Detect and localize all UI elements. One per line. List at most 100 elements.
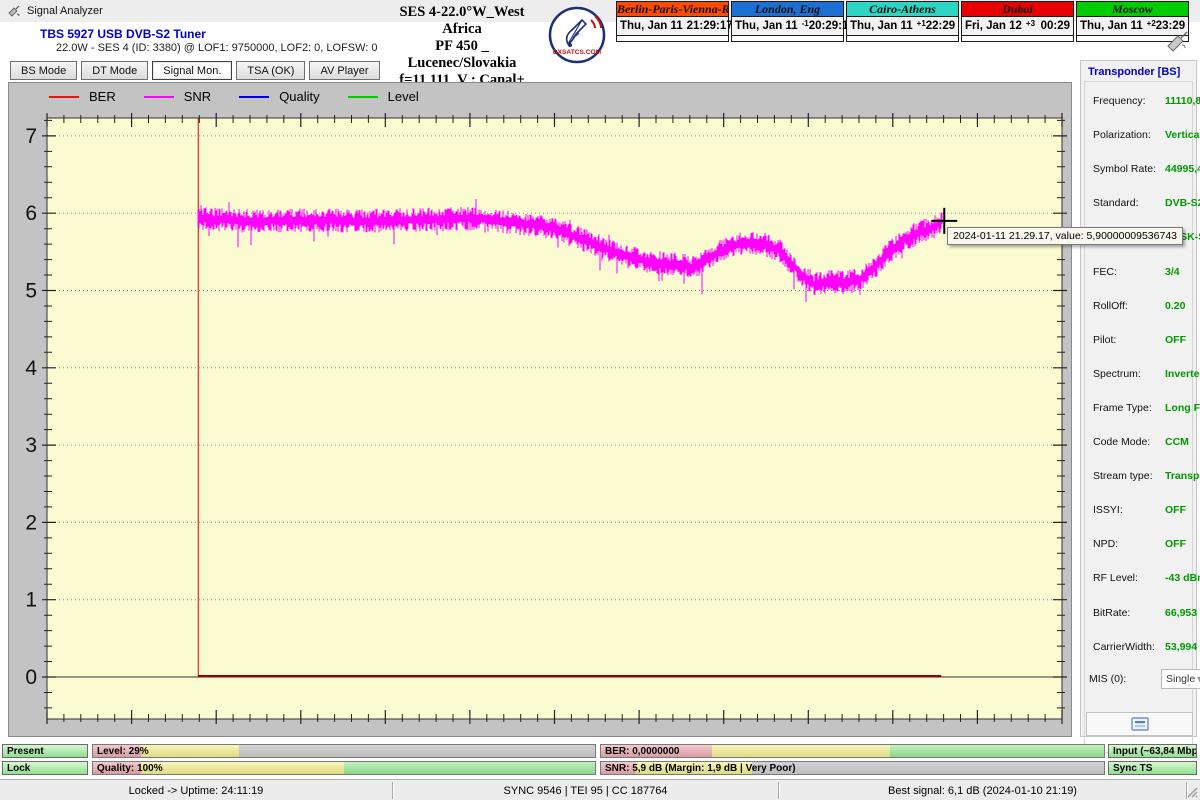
field-value: OFF	[1165, 504, 1186, 516]
mis-label: MIS (0):	[1089, 673, 1161, 685]
transponder-field-carrierwidth: CarrierWidth:53,994 MHz	[1093, 641, 1197, 653]
clock-body: Thu, Jan 11+122:29	[847, 17, 958, 36]
field-label: Frame Type:	[1093, 402, 1165, 414]
transponder-field-standard: Standard:DVB-S2	[1093, 197, 1197, 209]
tab-signal-mon-[interactable]: Signal Mon.	[152, 61, 232, 80]
clock-date: Fri, Jan 12	[965, 20, 1022, 32]
field-value: DVB-S2	[1165, 197, 1200, 209]
clock-footer	[847, 36, 958, 41]
field-value: 3/4	[1165, 266, 1180, 278]
clock-utc-offset: +3	[1026, 19, 1041, 28]
window-title: Signal Analyzer	[27, 5, 103, 17]
field-label: Code Mode:	[1093, 436, 1165, 448]
transponder-field-fec: FEC:3/4	[1093, 266, 1197, 278]
app-icon	[7, 4, 21, 18]
clock-berlin-paris-vienna-roma: Berlin-Paris-Vienna-RomaThu, Jan 1121:29…	[616, 1, 729, 42]
gauge-ber: BER: 0,0000000	[600, 744, 1105, 758]
transponder-field-rolloff: RollOff:0.20	[1093, 300, 1197, 312]
clock-time: 22:29	[926, 20, 955, 32]
tuner-info: 22.0W - SES 4 (ID: 3380) @ LOF1: 9750000…	[56, 42, 378, 54]
field-value: Transport	[1165, 470, 1200, 482]
mis-dropdown[interactable]: Single ▼	[1161, 669, 1200, 689]
tab-av-player[interactable]: AV Player	[309, 61, 379, 80]
legend-item-level: Level	[348, 89, 419, 104]
field-label: BitRate:	[1093, 607, 1165, 619]
gauge-label: Level: 29%	[97, 745, 149, 757]
legend-label: SNR	[184, 89, 211, 104]
satellite-dish-icon	[1164, 30, 1190, 52]
field-label: RollOff:	[1093, 300, 1165, 312]
logo-text: DXSATCS.COM	[553, 49, 602, 56]
legend-swatch	[348, 96, 378, 98]
gauge-label: SNR: 5,9 dB (Margin: 1,9 dB | Very Poor)	[605, 762, 796, 774]
clock-utc-offset: +1	[917, 19, 926, 28]
field-label: Pilot:	[1093, 334, 1165, 346]
clock-time: 21:29:17	[687, 20, 733, 32]
transponder-field-pilot: Pilot:OFF	[1093, 334, 1197, 346]
chart-cursor-tooltip: 2024-01-11 21.29.17, value: 5,9000000953…	[947, 227, 1183, 245]
resize-grip[interactable]	[1186, 786, 1198, 798]
y-axis-label: 0	[25, 666, 37, 689]
badge-lock: Lock	[2, 761, 88, 775]
field-label: Stream type:	[1093, 470, 1165, 482]
badge-input-63-84-mbps-: Input (~63,84 Mbps)	[1108, 744, 1197, 758]
signal-monitor-chart-panel: 01234567 BERSNRQualityLevel	[8, 82, 1072, 737]
transponder-field-spectrum: Spectrum:Inverted	[1093, 368, 1197, 380]
clock-body: Fri, Jan 12 +300:29	[962, 17, 1073, 36]
status-lock-uptime: Locked -> Uptime: 24:11:19	[0, 780, 392, 800]
field-value: 66,953 Mbit/s	[1165, 607, 1200, 619]
transponder-field-polarization: Polarization:Vertical	[1093, 129, 1197, 141]
legend-item-ber: BER	[49, 89, 116, 104]
plot-area	[47, 118, 1062, 719]
gauge-segment	[141, 745, 239, 757]
transponder-groupbox: Frequency:11110,870 MHzPolarization:Vert…	[1084, 81, 1193, 753]
tab-bs-mode[interactable]: BS Mode	[10, 61, 77, 80]
transponder-field-rflevel: RF Level:-43 dBm	[1093, 572, 1197, 584]
transponder-field-frequency: Frequency:11110,870 MHz	[1093, 95, 1197, 107]
badge-present: Present	[2, 744, 88, 758]
field-value: Inverted	[1165, 368, 1200, 380]
gauge-level: Level: 29%	[92, 744, 596, 758]
field-value: CCM	[1165, 436, 1189, 448]
field-label: Polarization:	[1093, 129, 1165, 141]
tab-bar: BS ModeDT ModeSignal Mon.TSA (OK)AV Play…	[10, 61, 380, 81]
badge-sync-ts: Sync TS	[1108, 761, 1197, 775]
mis-selected-value: Single	[1166, 673, 1195, 685]
clock-footer	[617, 36, 728, 41]
gauge-segment	[344, 762, 595, 774]
legend-label: BER	[89, 89, 116, 104]
clock-time: 00:29	[1041, 20, 1070, 32]
field-label: FEC:	[1093, 266, 1165, 278]
tab-dt-mode[interactable]: DT Mode	[81, 61, 148, 80]
clock-london-eng: London, EngThu, Jan 11-120:29:17	[731, 1, 844, 42]
transponder-field-symbolrate: Symbol Rate:44995,416 KS/s	[1093, 163, 1197, 175]
clock-date: Thu, Jan 11	[735, 20, 798, 32]
gauge-snr: SNR: 5,9 dB (Margin: 1,9 dB | Very Poor)	[600, 761, 1105, 775]
status-bar: Locked -> Uptime: 24:11:19 SYNC 9546 | T…	[0, 779, 1200, 800]
clock-utc-offset: +2	[1147, 19, 1156, 28]
field-label: CarrierWidth:	[1093, 641, 1165, 653]
snr-chart[interactable]: 01234567	[9, 83, 1071, 736]
clock-city: Dubai	[962, 2, 1073, 17]
status-best-signal: Best signal: 6,1 dB (2024-01-10 21:19)	[779, 780, 1186, 800]
clock-city: Berlin-Paris-Vienna-Roma	[617, 2, 728, 17]
y-axis-label: 7	[25, 125, 37, 148]
field-label: ISSYI:	[1093, 504, 1165, 516]
y-axis-label: 2	[25, 511, 37, 534]
chevron-down-icon: ▼	[1195, 674, 1200, 684]
field-value: 11110,870 MHz	[1165, 95, 1200, 107]
tab-tsa-ok-[interactable]: TSA (OK)	[236, 61, 305, 80]
record-device-icon	[1131, 717, 1149, 731]
clock-cairo-athens: Cairo-AthensThu, Jan 11+122:29	[846, 1, 959, 42]
gauge-label: BER: 0,0000000	[605, 745, 680, 757]
header-satellite: SES 4-22.0°W_West Africa	[383, 4, 541, 38]
transport-stream-button[interactable]	[1086, 712, 1193, 736]
field-value: 0.20	[1165, 300, 1185, 312]
field-value: OFF	[1165, 334, 1186, 346]
transponder-field-frametype: Frame Type:Long Frame	[1093, 402, 1197, 414]
clock-date: Thu, Jan 11	[1080, 20, 1143, 32]
legend-label: Level	[388, 89, 419, 104]
chart-legend: BERSNRQualityLevel	[49, 89, 419, 104]
y-axis-label: 6	[25, 202, 37, 225]
clock-city: Cairo-Athens	[847, 2, 958, 17]
